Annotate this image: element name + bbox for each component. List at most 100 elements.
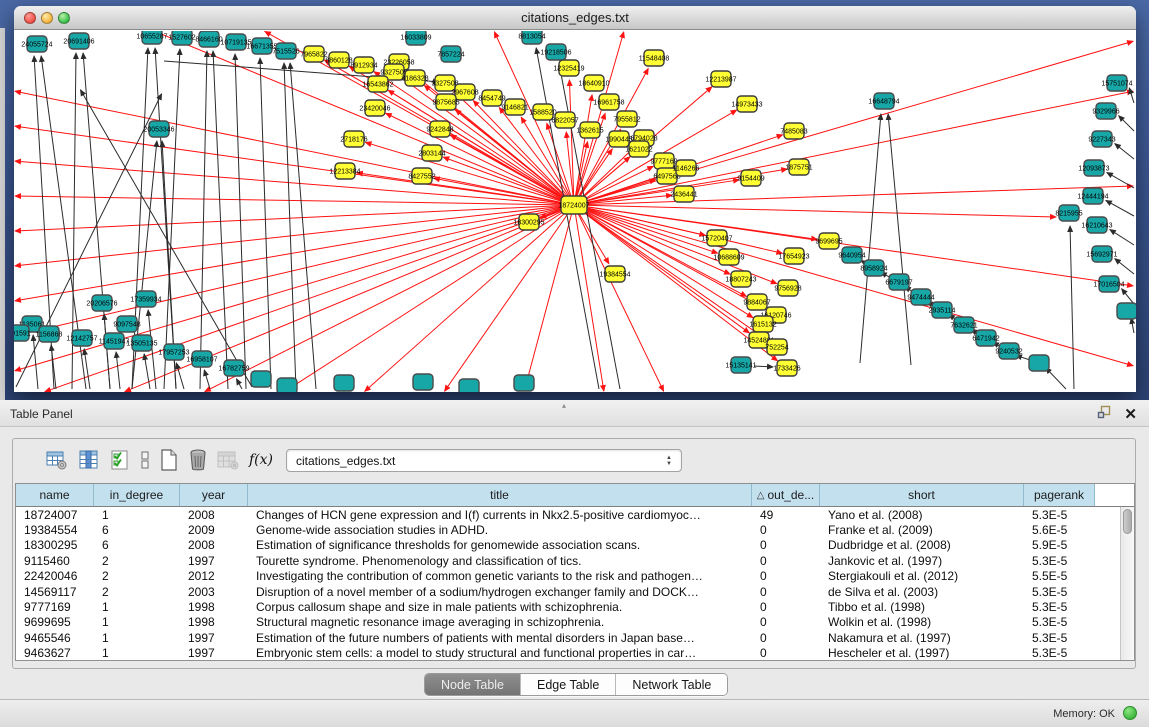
function-builder-button[interactable]: f(x): [248, 447, 274, 473]
table-cell: Investigating the contribution of common…: [248, 569, 752, 584]
graph-node-label: 17016504: [1093, 282, 1124, 289]
table-cell: 0: [752, 646, 820, 660]
network-table-selector[interactable]: citations_edges.txt ▲▼: [286, 449, 682, 472]
vertical-scrollbar[interactable]: [1120, 507, 1134, 660]
status-bar: Memory: OK: [0, 699, 1149, 727]
network-window-title-bar[interactable]: citations_edges.txt: [14, 6, 1136, 30]
graph-node-label: 1733426: [773, 366, 800, 373]
graph-node-label: 8813054: [518, 34, 545, 41]
citation-network-graph[interactable]: 2405572420691406106552871527602846616010…: [14, 31, 1136, 392]
table-mode-button[interactable]: [44, 447, 70, 473]
graph-node[interactable]: [1029, 355, 1049, 371]
graph-node-label: 9640954: [838, 253, 865, 260]
table-cell: Wolkin et al. (1998): [820, 615, 1024, 630]
graph-node[interactable]: [277, 378, 297, 392]
table-cell: 1997: [180, 646, 248, 660]
column-header-out_de[interactable]: △out_de...: [752, 484, 820, 506]
graph-node-label: 9699695: [815, 239, 842, 246]
column-header-title[interactable]: title: [248, 484, 752, 506]
close-panel-icon[interactable]: ✕: [1124, 407, 1137, 423]
table-row[interactable]: 1872400712008Changes of HCN gene express…: [16, 507, 1120, 522]
table-row[interactable]: 946554611997Estimation of the future num…: [16, 630, 1120, 645]
table-cell: 2009: [180, 522, 248, 537]
float-window-icon[interactable]: [1097, 405, 1112, 424]
graph-node-label: 2718176: [340, 137, 367, 144]
table-cell: 2008: [180, 538, 248, 553]
table-toolbar: f(x) citations_edges.txt ▲▼: [13, 445, 1135, 477]
table-cell: 2: [94, 584, 180, 599]
graph-node-label: 15692971: [1086, 252, 1117, 259]
column-header-in_degree[interactable]: in_degree: [94, 484, 180, 506]
graph-node-label: 23420046: [359, 106, 390, 113]
table-cell: 1: [94, 646, 180, 660]
split-pane-handle[interactable]: ▴: [562, 401, 566, 410]
graph-edge: [1115, 259, 1134, 274]
graph-node-label: 2803144: [418, 151, 445, 158]
graph-node-label: 16543862: [362, 82, 393, 89]
graph-node[interactable]: [514, 375, 534, 391]
table-cell: Tourette syndrome. Phenomenology and cla…: [248, 553, 752, 568]
table-cell: Franke et al. (2009): [820, 522, 1024, 537]
graph-node[interactable]: [459, 379, 479, 392]
table-cell: 5.3E-5: [1024, 584, 1095, 599]
column-header-year[interactable]: year: [180, 484, 248, 506]
show-columns-button[interactable]: [76, 447, 102, 473]
graph-edge: [260, 58, 271, 389]
create-column-button[interactable]: [156, 447, 182, 473]
table-row[interactable]: 969969511998Structural magnetic resonanc…: [16, 615, 1120, 630]
graph-node-label: 16961758: [593, 100, 624, 107]
network-desktop: citations_edges.txt 24055724206914061065…: [0, 0, 1149, 400]
graph-node-label: 9329966: [1092, 109, 1119, 116]
table-cell: Genome-wide association studies in ADHD.: [248, 522, 752, 537]
tab-network-table[interactable]: Network Table: [615, 674, 727, 695]
graph-node-label: 19384554: [599, 272, 630, 279]
delete-column-button[interactable]: [185, 447, 211, 473]
toggle-rows-button[interactable]: [132, 447, 158, 473]
network-canvas[interactable]: 2405572420691406106552871527602846616010…: [14, 31, 1136, 392]
graph-node[interactable]: [334, 375, 354, 391]
column-header-pagerank[interactable]: pagerank: [1024, 484, 1095, 506]
select-columns-button[interactable]: [107, 447, 133, 473]
graph-node[interactable]: [251, 371, 271, 387]
graph-node-label: 9097548: [113, 322, 140, 329]
table-cell: de Silva et al. (2003): [820, 584, 1024, 599]
graph-node-label: 9875685: [432, 100, 459, 107]
graph-edge: [200, 51, 207, 389]
table-row[interactable]: 946362711997Embryonic stem cells: a mode…: [16, 646, 1120, 660]
table-cell: 1: [94, 599, 180, 614]
table-row[interactable]: 2242004622012Investigating the contribut…: [16, 569, 1120, 584]
scrollbar-thumb[interactable]: [1123, 509, 1132, 534]
table-row[interactable]: 977716911998Corpus callosum shape and si…: [16, 599, 1120, 614]
graph-node-label: 16648794: [868, 99, 899, 106]
graph-edge: [365, 142, 574, 205]
table-cell: 1998: [180, 599, 248, 614]
memory-status-indicator: [1123, 706, 1137, 720]
table-cell: 0: [752, 615, 820, 630]
graph-edge: [574, 205, 1133, 366]
tab-node-table[interactable]: Node Table: [425, 674, 520, 695]
table-row[interactable]: 1830029562008Estimation of significance …: [16, 538, 1120, 553]
table-row[interactable]: 911546021997Tourette syndrome. Phenomeno…: [16, 553, 1120, 568]
table-row[interactable]: 1456911722003Disruption of a novel membe…: [16, 584, 1120, 599]
graph-edge: [574, 205, 749, 333]
graph-node-label: 1146266: [673, 166, 700, 173]
table-cell: Nakamura et al. (1997): [820, 630, 1024, 645]
column-header-short[interactable]: short: [820, 484, 1024, 506]
combo-stepper-icon: ▲▼: [663, 452, 675, 470]
graph-node-label: 9777169: [650, 159, 677, 166]
table-row[interactable]: 1938455462009Genome-wide association stu…: [16, 522, 1120, 537]
column-header-name[interactable]: name: [16, 484, 94, 506]
graph-node[interactable]: [413, 374, 433, 390]
graph-node-label: 10655287: [136, 34, 167, 41]
graph-node[interactable]: [1117, 303, 1136, 319]
table-cell: 14569117: [16, 584, 94, 599]
graph-edge: [536, 48, 599, 389]
graph-edge: [1110, 230, 1134, 245]
table-cell: 1: [94, 507, 180, 522]
table-cell: 2: [94, 569, 180, 584]
graph-edge: [15, 196, 574, 205]
graph-edge: [204, 370, 210, 389]
tab-edge-table[interactable]: Edge Table: [520, 674, 615, 695]
table-cell: 0: [752, 569, 820, 584]
graph-node-label: 15751074: [1101, 81, 1132, 88]
